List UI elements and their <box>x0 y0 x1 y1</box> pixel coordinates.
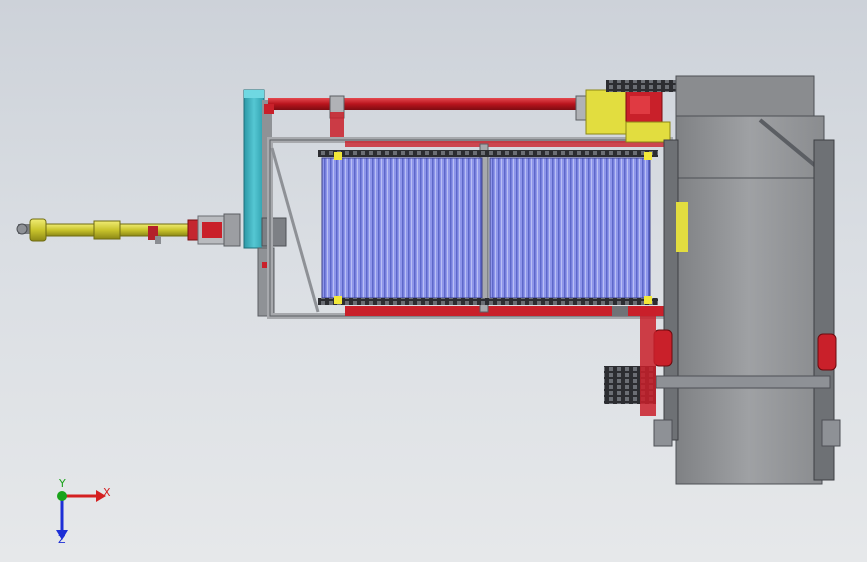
z-axis-label: Z <box>58 533 66 546</box>
hitch-panel <box>243 89 287 317</box>
harvester-assembly-model <box>16 75 841 485</box>
orientation-triad: X Y Z <box>40 478 120 548</box>
pto-drive-shaft <box>16 213 241 247</box>
upper-drive-rod <box>264 95 598 142</box>
gearbox <box>585 80 676 143</box>
x-axis-label: X <box>103 486 111 499</box>
cad-viewport[interactable]: X Y Z <box>0 0 867 562</box>
y-axis-label: Y <box>59 477 66 490</box>
